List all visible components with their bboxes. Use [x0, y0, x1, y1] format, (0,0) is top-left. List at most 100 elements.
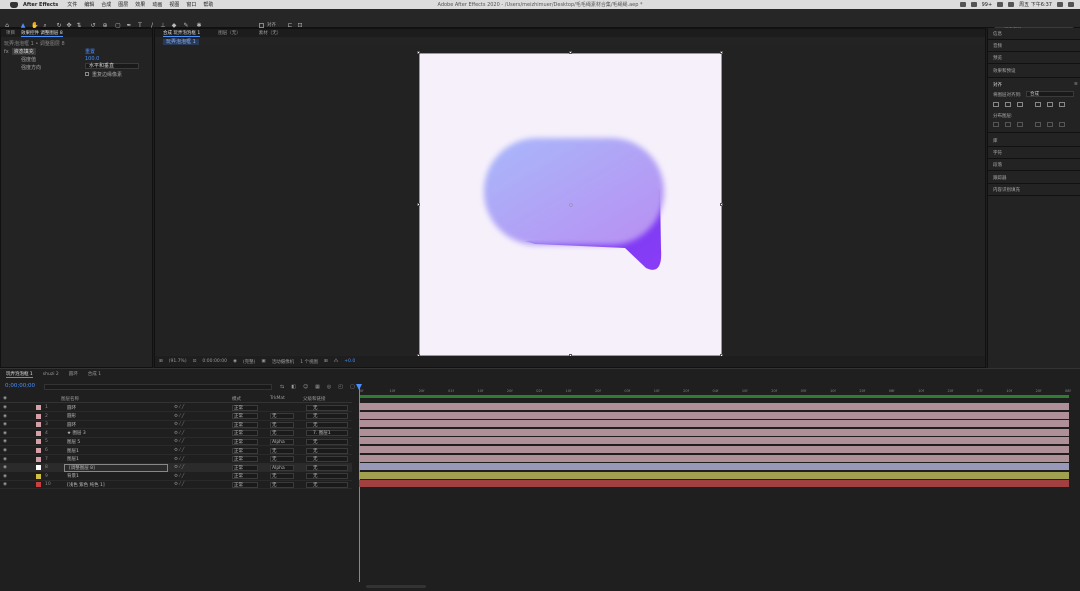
- effect-name[interactable]: 液态填充: [11, 48, 36, 55]
- layer-label-color[interactable]: [36, 465, 41, 471]
- visibility-eye-icon[interactable]: ◉: [3, 457, 7, 462]
- layer-search-input[interactable]: [44, 384, 272, 390]
- layer-row[interactable]: ◉ 1 圆环 ⚙ ⁄ ╱ 正常 无: [0, 404, 352, 412]
- flowchart-icon[interactable]: ⁂: [334, 359, 339, 364]
- layer-trkmat-select[interactable]: 无: [270, 430, 294, 437]
- fit-icon[interactable]: ⊡: [193, 359, 197, 364]
- menu-layer[interactable]: 图层: [118, 1, 128, 8]
- panel-content-aware-fill[interactable]: 内容识别填充: [993, 187, 1020, 193]
- layer-parent-select[interactable]: 无: [306, 438, 348, 445]
- layer-row[interactable]: ◉ 9 背景1 ⚙ ⁄ ╱ 正常 无 无: [0, 473, 352, 481]
- align-menu-icon[interactable]: ≡: [1074, 82, 1078, 87]
- layer-row[interactable]: ◉ 2 圆形 ⚙ ⁄ ╱ 正常 无 无: [0, 413, 352, 421]
- timeline-tab-4[interactable]: 合成 1: [88, 371, 101, 377]
- layer-parent-select[interactable]: 无: [306, 464, 348, 471]
- distribute-right-icon[interactable]: [1059, 122, 1065, 127]
- visibility-eye-icon[interactable]: ◉: [3, 482, 7, 487]
- align-hcenter-icon[interactable]: [1005, 102, 1011, 107]
- layer-parent-select[interactable]: 无: [306, 413, 348, 420]
- shy-icon[interactable]: ☺: [303, 384, 308, 390]
- tab-layer[interactable]: 图层（无）: [218, 30, 241, 36]
- timecode-display[interactable]: 0:00:00:00: [202, 359, 227, 364]
- distribute-vcenter-icon[interactable]: [1005, 122, 1011, 127]
- timeline-tab-1[interactable]: 玩弄泡泡框 1: [6, 371, 33, 378]
- layer-name[interactable]: 圆环: [67, 422, 76, 428]
- fx-icon[interactable]: fx: [4, 49, 9, 55]
- panel-preview[interactable]: 预览: [993, 55, 1002, 61]
- panel-character[interactable]: 字符: [993, 150, 1002, 156]
- layer-parent-select[interactable]: 无: [306, 421, 348, 428]
- layer-name[interactable]: 图层 5: [67, 439, 80, 445]
- canvas-handle-tr[interactable]: [720, 51, 723, 54]
- layer-label-color[interactable]: [36, 456, 41, 462]
- layer-trkmat-select[interactable]: 无: [270, 447, 294, 454]
- spotlight-icon[interactable]: [1057, 2, 1063, 7]
- zoom-select[interactable]: (91.7%): [169, 359, 187, 364]
- visibility-eye-icon[interactable]: ◉: [3, 474, 7, 479]
- layer-row[interactable]: ◉ 4 ★ 图层 3 ⚙ ⁄ ╱ 正常 无 7. 图层1: [0, 430, 352, 438]
- layer-duration-bar[interactable]: [359, 480, 1069, 488]
- layer-name[interactable]: ★ 图层 3: [67, 430, 86, 436]
- layer-duration-bar[interactable]: [359, 428, 1069, 436]
- layer-duration-bar[interactable]: [359, 420, 1069, 428]
- draft3d-icon[interactable]: ◧: [291, 384, 296, 390]
- menu-animation[interactable]: 动画: [152, 1, 162, 8]
- panel-paragraph[interactable]: 段落: [993, 162, 1002, 168]
- camera-select[interactable]: 活动摄像机: [272, 359, 295, 365]
- panel-tracker[interactable]: 跟踪器: [993, 175, 1007, 181]
- clock[interactable]: 周五 下午6:37: [1019, 1, 1052, 8]
- visibility-eye-icon[interactable]: ◉: [3, 405, 7, 410]
- layer-switches[interactable]: ⚙ ⁄ ╱: [174, 474, 184, 479]
- canvas-handle-tl[interactable]: [417, 51, 420, 54]
- layer-trkmat-select[interactable]: 无: [270, 421, 294, 428]
- work-area-bar[interactable]: [359, 395, 1069, 398]
- layer-name[interactable]: [浅色 紫色 纯色 1]: [67, 482, 105, 488]
- layer-label-color[interactable]: [36, 473, 41, 479]
- layer-mode-select[interactable]: 正常: [232, 481, 258, 488]
- canvas-handle-mr[interactable]: [720, 203, 723, 206]
- align-bottom-icon[interactable]: [1059, 102, 1065, 107]
- layer-trkmat-select[interactable]: 无: [270, 413, 294, 420]
- layer-switches[interactable]: ⚙ ⁄ ╱: [174, 448, 184, 453]
- wifi-icon[interactable]: [997, 2, 1004, 7]
- layer-parent-select[interactable]: 无: [306, 481, 348, 488]
- panel-align[interactable]: 对齐: [993, 82, 1002, 88]
- layer-name[interactable]: 图层1: [67, 456, 79, 462]
- layer-switches[interactable]: ⚙ ⁄ ╱: [174, 439, 184, 444]
- menu-window[interactable]: 窗口: [186, 1, 196, 8]
- menu-file[interactable]: 文件: [67, 1, 77, 8]
- layer-trkmat-select[interactable]: 无: [270, 456, 294, 463]
- region-icon[interactable]: ▣: [261, 359, 265, 364]
- tab-footage[interactable]: 素材（无）: [259, 30, 282, 36]
- layer-duration-bar[interactable]: [359, 411, 1069, 419]
- canvas-handle-tc[interactable]: [569, 51, 572, 54]
- comp-flow-icon[interactable]: ⇆: [280, 384, 284, 390]
- timeline-tab-3[interactable]: 圆环: [69, 371, 78, 377]
- layer-duration-bar[interactable]: [359, 446, 1069, 453]
- layer-row[interactable]: ◉ 8 [调整图层 8] ⚙ ⁄ ╱ 正常 Alpha 无: [0, 463, 352, 473]
- marker-icon[interactable]: ▢: [350, 384, 355, 390]
- panel-audio[interactable]: 音频: [993, 43, 1002, 49]
- layer-label-color[interactable]: [36, 430, 41, 436]
- layer-switches[interactable]: ⚙ ⁄ ╱: [174, 405, 184, 410]
- exposure-value[interactable]: +0.0: [344, 359, 355, 364]
- resolution-select[interactable]: (完整): [243, 359, 256, 365]
- layer-parent-select[interactable]: 无: [306, 456, 348, 463]
- menu-view[interactable]: 视图: [169, 1, 179, 8]
- align-vcenter-icon[interactable]: [1047, 102, 1053, 107]
- timeline-tab-2[interactable]: shuzi 2: [43, 372, 59, 377]
- notification-icon[interactable]: [1068, 2, 1074, 7]
- layer-name[interactable]: 圆环: [67, 405, 76, 411]
- layer-mode-select[interactable]: 正常: [232, 447, 258, 454]
- layer-trkmat-select[interactable]: 无: [270, 481, 294, 488]
- apple-icon[interactable]: [10, 1, 18, 8]
- grid-icon[interactable]: ⊞: [324, 359, 328, 364]
- tab-project[interactable]: 项目: [6, 30, 15, 36]
- effect-reset-link[interactable]: 重置: [85, 48, 95, 55]
- layer-row[interactable]: ◉ 5 图层 5 ⚙ ⁄ ╱ 正常 Alpha 无: [0, 438, 352, 447]
- align-to-select[interactable]: 合成: [1026, 91, 1074, 97]
- layer-trkmat-select[interactable]: Alpha: [270, 464, 294, 471]
- frame-blend-icon[interactable]: ▦: [315, 384, 320, 390]
- visibility-eye-icon[interactable]: ◉: [3, 431, 7, 436]
- layer-name[interactable]: 圆形: [67, 413, 76, 419]
